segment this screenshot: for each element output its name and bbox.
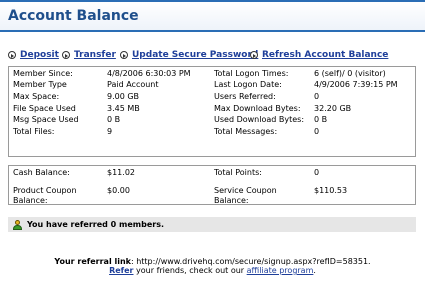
balance-value: 0 bbox=[314, 168, 320, 177]
table-row: Max Space: 9.00 GB Users Referred: 0 bbox=[9, 90, 415, 102]
table-row: Member Type Paid Account Last Logon Date… bbox=[9, 79, 415, 91]
deposit-link[interactable]: Deposit bbox=[8, 48, 59, 62]
header-bar: Account Balance bbox=[0, 2, 425, 32]
stat-label: Msg Space Used bbox=[13, 115, 79, 125]
table-row: Total Files: 9 Total Messages: 0 bbox=[9, 125, 415, 137]
stat-label: Used Download Bytes: bbox=[214, 115, 305, 125]
table-row: Msg Space Used 0 B Used Download Bytes: … bbox=[9, 114, 415, 126]
balance-label: Service Coupon Balance: bbox=[214, 186, 277, 205]
stat-value: 4/8/2006 6:30:03 PM bbox=[107, 68, 191, 78]
stat-value: 3.45 MB bbox=[107, 103, 140, 113]
arrow-circle-icon bbox=[120, 51, 128, 59]
stat-value: 0 B bbox=[314, 115, 328, 125]
stat-value: 9.00 GB bbox=[107, 91, 140, 101]
refresh-account-balance-link[interactable]: Refresh Account Balance bbox=[250, 48, 388, 62]
user-icon bbox=[12, 219, 22, 230]
transfer-link[interactable]: Transfer bbox=[62, 48, 116, 62]
balance-value: $110.53 bbox=[314, 186, 348, 195]
table-row: Cash Balance: $11.02 Total Points: 0 bbox=[9, 166, 415, 184]
stat-value: 9 bbox=[107, 126, 113, 136]
balance-value: $11.02 bbox=[107, 168, 135, 177]
stat-label: Total Files: bbox=[13, 126, 55, 136]
arrow-circle-icon bbox=[62, 51, 70, 59]
stat-label: Users Referred: bbox=[214, 91, 276, 101]
stat-value: 32.20 GB bbox=[314, 103, 352, 113]
stat-label: Member Type bbox=[13, 80, 67, 90]
stat-value: 4/9/2006 7:39:15 PM bbox=[314, 80, 398, 90]
deposit-label: Deposit bbox=[20, 50, 59, 60]
balance-label: Cash Balance: bbox=[13, 168, 70, 177]
referral-info-text: your friends, check out our bbox=[133, 266, 247, 275]
affiliate-program-link[interactable]: affiliate program bbox=[247, 266, 314, 275]
referral-notice: You have referred 0 members. bbox=[8, 217, 416, 232]
stat-label: Last Logon Date: bbox=[214, 80, 282, 90]
balance-label: Total Points: bbox=[214, 168, 262, 177]
referral-url: http://www.drivehq.com/secure/signup.asp… bbox=[133, 257, 371, 266]
balance-label: Product Coupon Balance: bbox=[13, 186, 77, 205]
balance-value: $0.00 bbox=[107, 186, 130, 195]
referral-section: Your referral link: http://www.drivehq.c… bbox=[0, 257, 425, 275]
referral-info-end: . bbox=[313, 266, 316, 275]
stat-value: 0 bbox=[314, 126, 320, 136]
refresh-account-balance-label: Refresh Account Balance bbox=[262, 50, 389, 60]
refer-link[interactable]: Refer bbox=[109, 266, 133, 275]
arrow-circle-icon bbox=[250, 51, 258, 59]
stat-value: 0 B bbox=[107, 115, 121, 125]
table-row: Member Since: 4/8/2006 6:30:03 PM Total … bbox=[9, 67, 415, 79]
stat-value: 0 bbox=[314, 91, 320, 101]
stat-label: Max Download Bytes: bbox=[214, 103, 301, 113]
referral-link-line: Your referral link: http://www.drivehq.c… bbox=[0, 257, 425, 266]
transfer-label: Transfer bbox=[74, 50, 116, 60]
stat-value: Paid Account bbox=[107, 80, 159, 90]
account-stats-table: Member Since: 4/8/2006 6:30:03 PM Total … bbox=[9, 67, 415, 137]
account-stats-panel: Member Since: 4/8/2006 6:30:03 PM Total … bbox=[8, 66, 416, 157]
referral-link-label: Your referral link bbox=[54, 257, 131, 266]
stat-label: Total Messages: bbox=[214, 126, 278, 136]
referral-info-line: Refer your friends, check out our affili… bbox=[0, 266, 425, 275]
action-links: Deposit Transfer Update Secure Password … bbox=[0, 48, 425, 62]
stat-label: Total Logon Times: bbox=[214, 68, 289, 78]
page-title: Account Balance bbox=[8, 8, 139, 24]
stat-label: Max Space: bbox=[13, 91, 60, 101]
page-header: Account Balance bbox=[0, 0, 425, 36]
balance-table: Cash Balance: $11.02 Total Points: 0 Pro… bbox=[9, 166, 415, 206]
table-row: Product Coupon Balance: $0.00 Service Co… bbox=[9, 184, 415, 206]
table-row: File Space Used 3.45 MB Max Download Byt… bbox=[9, 102, 415, 114]
stat-label: Member Since: bbox=[13, 68, 73, 78]
update-secure-password-link[interactable]: Update Secure Password bbox=[120, 48, 258, 62]
stat-value: 6 (self)/ 0 (visitor) bbox=[314, 68, 386, 78]
balance-panel: Cash Balance: $11.02 Total Points: 0 Pro… bbox=[8, 165, 416, 205]
referral-notice-text: You have referred 0 members. bbox=[27, 220, 165, 229]
stat-label: File Space Used bbox=[13, 103, 76, 113]
arrow-circle-icon bbox=[8, 51, 16, 59]
update-secure-password-label: Update Secure Password bbox=[132, 50, 259, 60]
